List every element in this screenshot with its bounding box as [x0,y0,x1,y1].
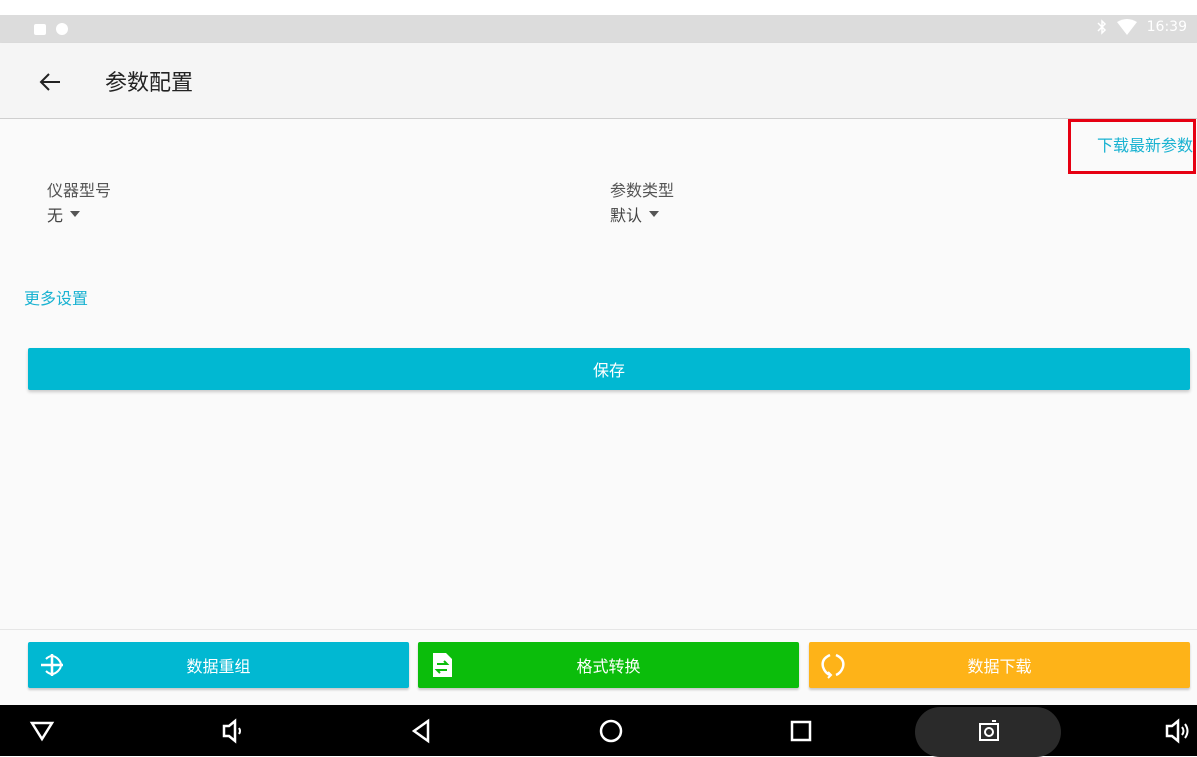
data-recombine-button[interactable]: 数据重组 [28,642,409,688]
system-navigation-bar [0,705,1197,757]
data-download-button[interactable]: 数据下载 [809,642,1190,688]
format-convert-label: 格式转换 [576,657,641,676]
convert-icon [433,653,452,677]
wifi-icon [1116,19,1137,35]
recombine-icon [41,654,63,676]
data-recombine-label: 数据重组 [186,657,251,676]
volume-down-icon[interactable] [218,717,246,745]
app-bar: 参数配置 [0,43,1197,119]
recents-nav-icon[interactable] [787,717,815,745]
download-latest-params-button[interactable]: 下载最新参数 [1068,119,1196,174]
instrument-model-label: 仪器型号 [47,181,112,200]
format-convert-button[interactable]: 格式转换 [418,642,799,688]
more-settings-link[interactable]: 更多设置 [24,285,88,309]
param-type-value: 默认 [610,206,643,225]
top-margin [0,0,1197,15]
status-bar: 16:39 [0,15,1197,43]
bluetooth-icon [1097,19,1106,35]
notification-icons [34,23,68,35]
image-notification-icon [34,23,46,35]
back-nav-icon[interactable] [407,717,435,745]
instrument-model-value: 无 [47,206,64,225]
caret-down-icon [70,211,81,217]
download-latest-label: 下载最新参数 [1096,136,1193,155]
hide-nav-icon[interactable] [28,717,56,745]
caret-down-icon [649,211,660,217]
clock: 16:39 [1146,19,1187,35]
system-status: 16:39 [1097,19,1187,35]
screenshot-icon[interactable] [975,717,1003,745]
param-type-label: 参数类型 [610,181,675,200]
data-download-label: 数据下载 [967,657,1032,676]
page-title: 参数配置 [105,71,194,96]
download-sync-icon [821,653,845,679]
save-button[interactable]: 保存 [28,348,1190,390]
back-arrow-icon[interactable] [36,69,66,95]
circle-notification-icon [56,23,68,35]
home-nav-icon[interactable] [597,717,625,745]
param-type-dropdown[interactable]: 默认 [610,202,660,226]
instrument-model-dropdown[interactable]: 无 [47,202,81,226]
volume-up-icon[interactable] [1163,717,1191,745]
